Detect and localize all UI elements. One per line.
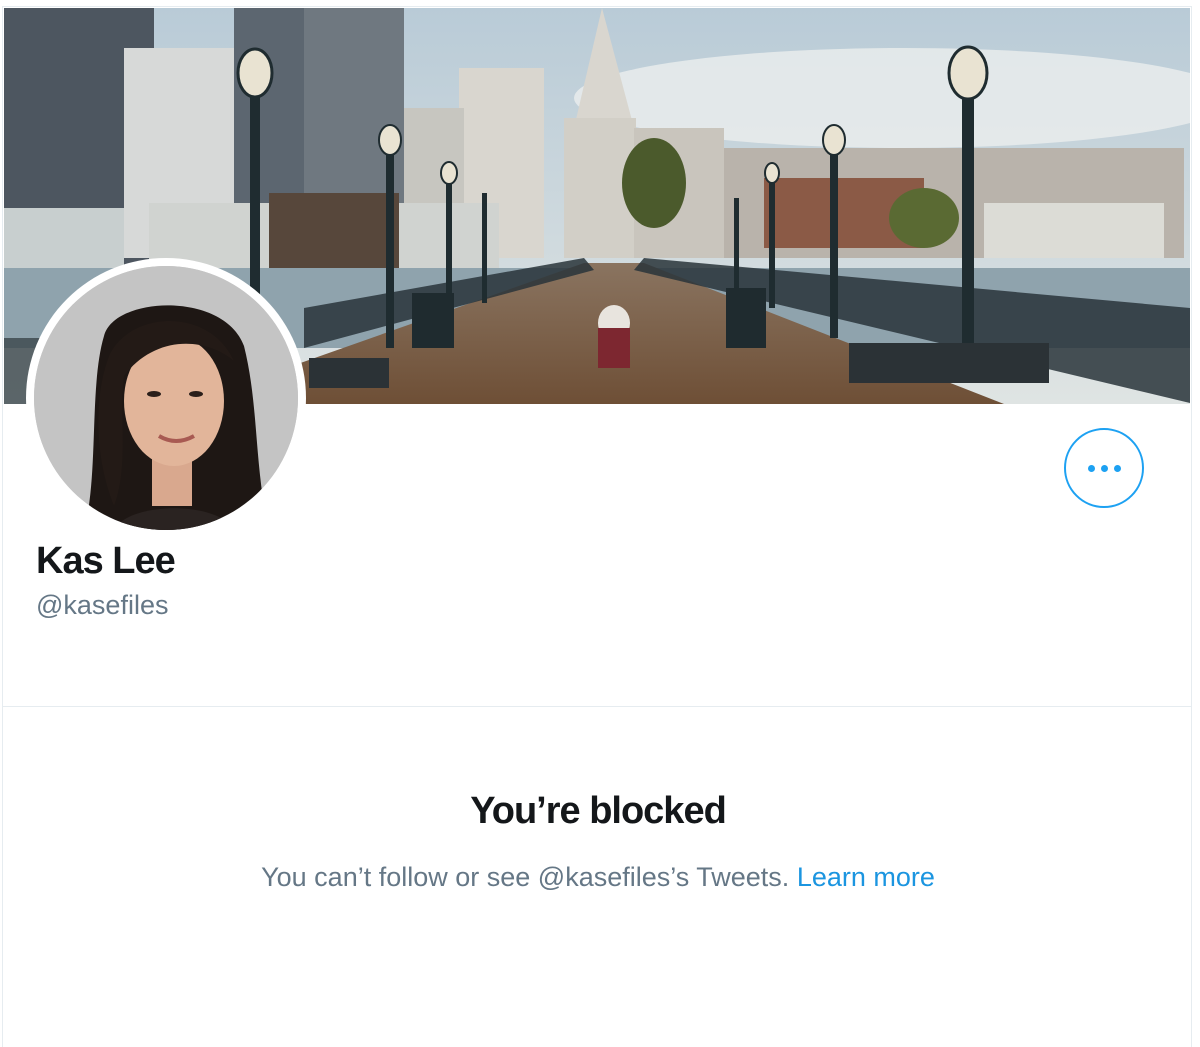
blocked-message-line: You can’t follow or see @kasefiles’s Twe…: [0, 862, 1196, 893]
blocked-message: You can’t follow or see @kasefiles’s Twe…: [261, 862, 790, 892]
learn-more-link[interactable]: Learn more: [797, 862, 935, 892]
more-options-button[interactable]: [1064, 428, 1144, 508]
more-horizontal-icon: [1085, 464, 1124, 472]
blocked-title: You’re blocked: [470, 790, 727, 832]
avatar-photo: [34, 266, 298, 530]
profile-display-name: Kas Lee: [36, 540, 176, 582]
profile-handle: @kasefiles: [36, 590, 169, 620]
section-divider: [3, 706, 1191, 707]
profile-avatar[interactable]: [26, 258, 306, 538]
